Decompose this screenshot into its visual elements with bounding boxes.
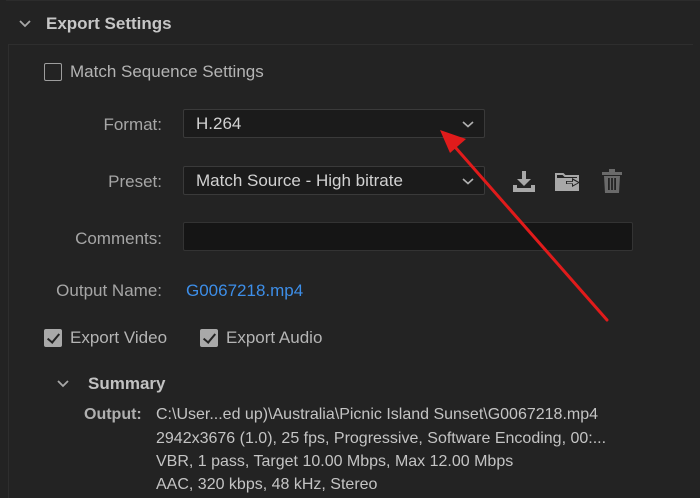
format-dropdown[interactable]: H.264 (183, 109, 485, 138)
match-sequence-label: Match Sequence Settings (70, 62, 264, 81)
export-video-label: Export Video (70, 328, 168, 347)
match-sequence-checkbox[interactable] (44, 63, 62, 81)
chevron-down-icon[interactable] (52, 373, 74, 395)
summary-output-label: Output: (84, 406, 142, 423)
format-label: Format: (103, 115, 162, 134)
preset-dropdown[interactable]: Match Source - High bitrate (183, 166, 485, 195)
chevron-down-icon[interactable] (14, 13, 36, 35)
import-preset-icon[interactable] (553, 166, 583, 196)
export-video-checkbox-row[interactable]: Export Video (44, 328, 167, 348)
export-audio-label: Export Audio (226, 328, 323, 347)
summary-line: C:\User...ed up)\Australia\Picnic Island… (156, 406, 599, 423)
preset-label: Preset: (108, 172, 162, 191)
export-settings-panel: Export Settings Match Sequence Settings … (0, 0, 700, 498)
summary-title: Summary (88, 374, 166, 393)
export-audio-checkbox[interactable] (200, 329, 218, 347)
export-settings-header[interactable]: Export Settings (14, 10, 172, 38)
top-divider (6, 0, 700, 1)
summary-line: 2942x3676 (1.0), 25 fps, Progressive, So… (156, 430, 607, 447)
chevron-down-icon (462, 121, 474, 128)
export-audio-checkbox-row[interactable]: Export Audio (200, 328, 322, 348)
match-sequence-checkbox-row[interactable]: Match Sequence Settings (44, 62, 264, 82)
summary-header[interactable]: Summary (52, 373, 165, 395)
output-name-link[interactable]: G0067218.mp4 (186, 281, 303, 301)
format-value: H.264 (196, 113, 242, 133)
summary-line: AAC, 320 kbps, 48 kHz, Stereo (156, 476, 378, 493)
section-title: Export Settings (46, 14, 172, 33)
comments-input[interactable] (183, 222, 633, 251)
chevron-down-icon (462, 178, 474, 185)
output-name-label: Output Name: (56, 281, 162, 300)
export-video-checkbox[interactable] (44, 329, 62, 347)
delete-preset-icon[interactable] (597, 166, 627, 196)
preset-value: Match Source - High bitrate (196, 170, 403, 190)
summary-line: VBR, 1 pass, Target 10.00 Mbps, Max 12.0… (156, 453, 514, 470)
comments-label: Comments: (75, 229, 162, 248)
save-preset-icon[interactable] (509, 166, 539, 196)
